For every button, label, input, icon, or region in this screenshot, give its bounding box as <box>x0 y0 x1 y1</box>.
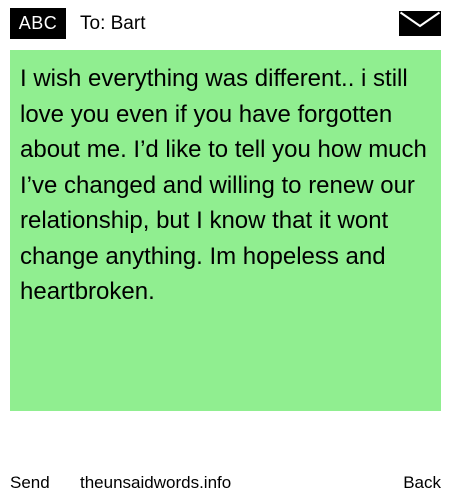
message-text: I wish everything was different.. i stil… <box>20 65 427 305</box>
send-softkey[interactable]: Send <box>10 472 50 494</box>
input-mode-badge[interactable]: ABC <box>10 8 66 39</box>
message-body-area[interactable]: I wish everything was different.. i stil… <box>10 50 441 411</box>
recipient-field[interactable]: To: Bart <box>80 8 145 39</box>
envelope-icon <box>399 11 441 36</box>
sms-compose-screen: ABC To: Bart I wish everything was diffe… <box>0 0 450 500</box>
back-softkey[interactable]: Back <box>403 472 441 494</box>
site-watermark: theunsaidwords.info <box>80 473 232 492</box>
